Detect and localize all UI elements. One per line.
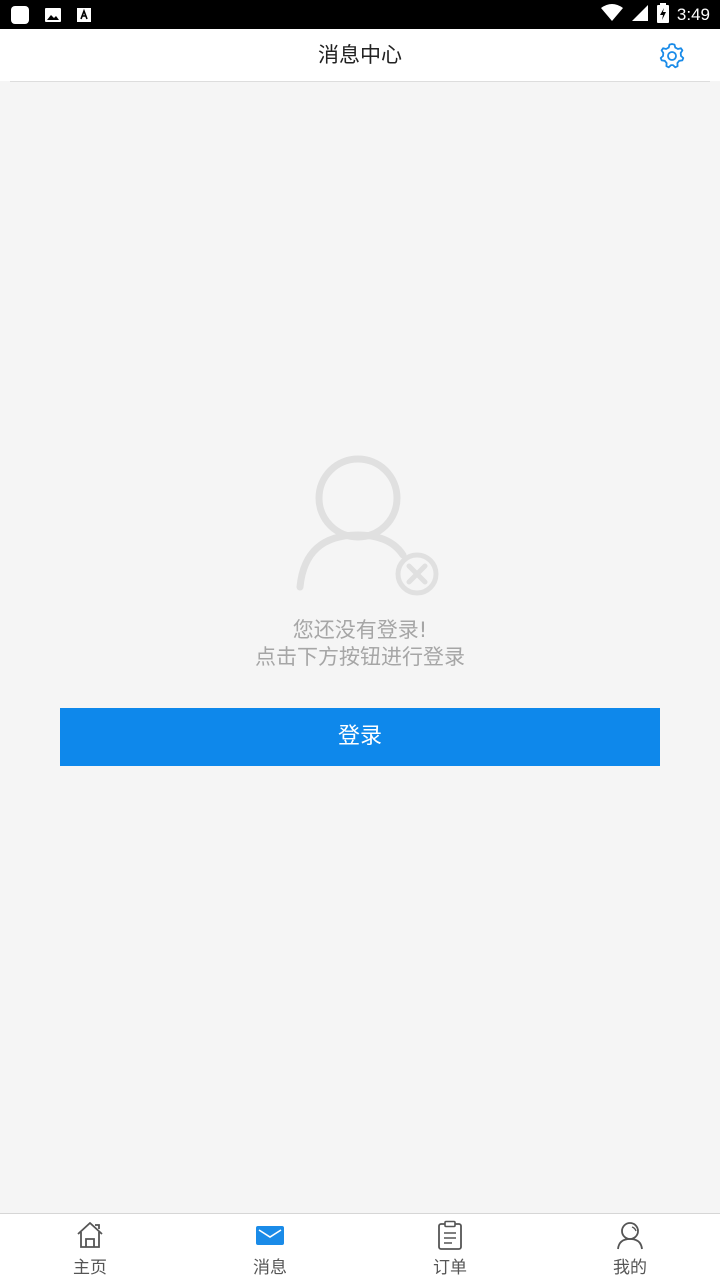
status-bar: 3:49 xyxy=(0,0,720,29)
user-not-logged-in-icon xyxy=(295,455,440,600)
gear-icon[interactable] xyxy=(658,42,686,70)
not-logged-in-text: 您还没有登录! xyxy=(292,618,428,642)
page-title: 消息中心 xyxy=(318,43,402,67)
tab-me[interactable]: 我的 xyxy=(540,1214,720,1280)
home-icon xyxy=(75,1220,105,1250)
login-hint-text: 点击下方按钮进行登录 xyxy=(255,645,465,669)
mail-icon xyxy=(255,1220,285,1250)
tab-messages-label: 消息 xyxy=(253,1258,287,1278)
status-time: 3:49 xyxy=(676,5,710,24)
clipboard-icon xyxy=(435,1220,465,1250)
app-header: 消息中心 xyxy=(0,29,720,81)
bottom-tab-bar: 主页 消息 订单 我的 xyxy=(0,1213,720,1280)
user-icon xyxy=(615,1220,645,1250)
header-divider xyxy=(10,81,710,82)
image-icon xyxy=(44,6,62,28)
font-a-icon xyxy=(76,7,92,27)
tab-home-label: 主页 xyxy=(73,1258,107,1278)
tab-me-label: 我的 xyxy=(613,1258,647,1278)
battery-icon xyxy=(656,3,669,27)
signal-icon xyxy=(631,4,649,26)
login-button[interactable]: 登录 xyxy=(60,708,660,766)
wifi-icon xyxy=(600,4,623,26)
tab-orders[interactable]: 订单 xyxy=(360,1214,540,1280)
app-square-icon xyxy=(10,5,30,29)
tab-orders-label: 订单 xyxy=(433,1258,467,1278)
tab-messages[interactable]: 消息 xyxy=(180,1214,360,1280)
tab-home[interactable]: 主页 xyxy=(0,1214,180,1280)
